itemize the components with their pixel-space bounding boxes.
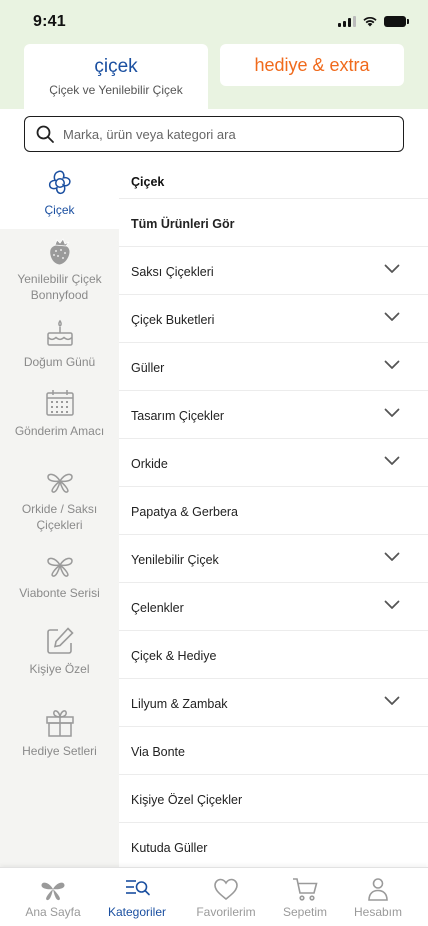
list-item-label: Tasarım Çiçekler [131,409,225,423]
battery-icon [384,15,409,27]
list-item[interactable]: Yenilebilir Çiçek [119,535,428,583]
heart-icon [214,878,238,901]
search-box[interactable] [24,116,404,152]
chevron-down-icon[interactable] [384,408,400,418]
chevron-down-icon[interactable] [384,552,400,562]
chevron-down-icon[interactable] [384,312,400,322]
rail-item-label: Yenilebilir Çiçek Bonnyfood [17,272,102,302]
status-time: 9:41 [33,13,66,30]
list-item[interactable]: Tüm Ürünleri Gör [119,199,428,247]
nav-label: Favorilerim [196,905,256,919]
chevron-down-icon[interactable] [384,360,400,370]
list-item-label: Çiçek Buketleri [131,313,215,327]
user-icon [368,878,388,901]
bottom-navigation: Ana Sayfa Kategoriler Favorilerim Sepeti… [0,867,428,926]
viabonte-icon [46,557,73,577]
nav-hesabim[interactable]: Hesabım [335,876,421,919]
nav-kategoriler[interactable]: Kategoriler [94,876,180,919]
rail-item-label: Çiçek [44,203,75,217]
rail-item-label: Hediye Setleri [22,744,97,758]
store-switcher: çiçek Çiçek ve Yenilebilir Çiçek hediye … [0,44,428,109]
list-item-label: Via Bonte [131,745,185,759]
search-bar-container [0,109,428,163]
calendar-icon [45,390,74,416]
tab-cicek[interactable]: çiçek Çiçek ve Yenilebilir Çiçek [24,44,208,109]
wifi-icon [363,16,377,27]
list-item[interactable]: Orkide [119,439,428,487]
list-item-label: Tüm Ürünleri Gör [131,217,235,231]
rail-item-viabonte[interactable]: Viabonte Serisi [0,549,119,601]
categories-search-icon [126,880,150,896]
rail-item-label: Kişiye Özel [29,662,90,676]
list-item-label: Güller [131,361,165,375]
tab-cicek-title: çiçek [94,56,138,77]
search-icon [36,125,54,143]
list-item-label: Çiçek & Hediye [131,649,217,663]
chevron-down-icon[interactable] [384,264,400,274]
rail-item-orkide-saksi[interactable]: Orkide / Saksı Çiçekleri [0,465,119,533]
list-item-label: Lilyum & Zambak [131,697,228,711]
cart-icon [293,878,318,901]
list-item-label: Papatya & Gerbera [131,505,239,519]
list-item[interactable]: Kutuda Güller [119,823,428,871]
cake-icon [46,319,73,346]
chevron-down-icon[interactable] [384,696,400,706]
list-item[interactable]: Via Bonte [119,727,428,775]
orchid-icon [46,473,73,493]
rail-item-label: Doğum Günü [23,355,96,369]
search-input[interactable] [63,126,383,142]
list-item-label: Orkide [131,457,168,471]
strawberry-icon [49,238,70,265]
list-item[interactable]: Güller [119,343,428,391]
list-heading: Çiçek [131,175,165,189]
rail-item-cicek[interactable]: Çiçek [0,163,119,229]
list-item-label: Kutuda Güller [131,841,208,855]
rail-item-label: Gönderim Amacı [14,424,105,438]
tab-hediye-title: hediye & extra [254,55,370,75]
chevron-down-icon[interactable] [384,456,400,466]
gift-icon [45,710,74,737]
rail-item-gonderim-amaci[interactable]: Gönderim Amacı [0,387,119,439]
status-icons [338,15,409,27]
list-item[interactable]: Çelenkler [119,583,428,631]
rail-item-yenilebilir[interactable]: Yenilebilir Çiçek Bonnyfood [0,235,119,303]
list-item-label: Kişiye Özel Çiçekler [131,793,243,807]
rail-item-label: Orkide / Saksı Çiçekleri [21,502,98,532]
list-item-label: Çelenkler [131,601,184,615]
nav-label: Ana Sayfa [25,905,81,919]
list-item[interactable]: Saksı Çiçekleri [119,247,428,295]
list-item[interactable]: Çiçek & Hediye [119,631,428,679]
list-item[interactable]: Kişiye Özel Çiçekler [119,775,428,823]
tab-cicek-subtitle: Çiçek ve Yenilebilir Çiçek [49,83,183,97]
list-item-label: Yenilebilir Çiçek [131,553,219,567]
edit-icon [46,627,74,654]
tab-hediye-extra[interactable]: hediye & extra [220,44,404,86]
rail-item-hediye-setleri[interactable]: Hediye Setleri [0,707,119,759]
rail-item-kisiye-ozel[interactable]: Kişiye Özel [0,625,119,677]
list-item-label: Saksı Çiçekleri [131,265,214,279]
rail-item-dogum-gunu[interactable]: Doğum Günü [0,318,119,370]
nav-label: Kategoriler [107,905,167,919]
chevron-down-icon[interactable] [384,600,400,610]
nav-favorilerim[interactable]: Favorilerim [183,876,269,919]
nav-label: Hesabım [353,905,403,919]
signal-icon [338,15,356,27]
list-item[interactable]: Lilyum & Zambak [119,679,428,727]
list-item[interactable]: Tasarım Çiçekler [119,391,428,439]
list-item[interactable]: Papatya & Gerbera [119,487,428,535]
rail-item-label: Viabonte Serisi [19,586,100,600]
list-item[interactable]: Çiçek Buketleri [119,295,428,343]
category-rail: Çiçek Yenilebilir Çiçek Bonnyfood Doğum … [0,163,119,867]
home-logo-icon [41,882,65,901]
status-bar: 9:41 [0,0,428,44]
flower-icon [48,170,71,195]
nav-ana-sayfa[interactable]: Ana Sayfa [10,876,96,919]
subcategory-list: Çiçek Tüm Ürünleri Gör Saksı Çiçekleri Çiç… [119,163,428,871]
